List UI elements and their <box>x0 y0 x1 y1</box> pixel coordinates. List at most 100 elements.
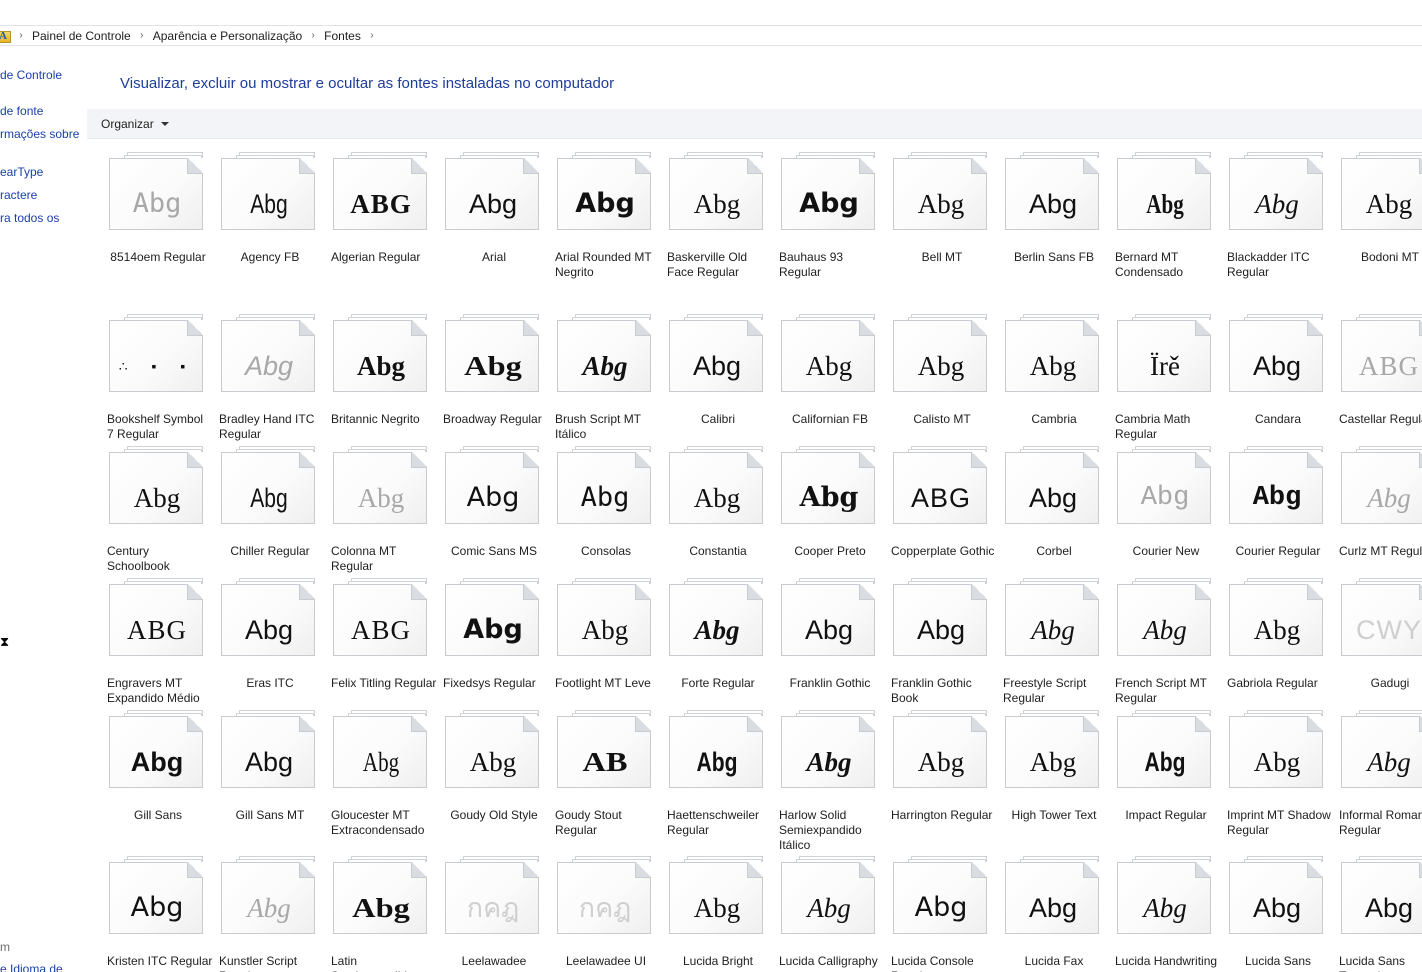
font-item[interactable]: Abg Gloucester MT Extracondensado <box>329 710 437 860</box>
font-item[interactable]: Abg Chiller Regular <box>217 446 325 596</box>
font-item[interactable]: Abg Gabriola Regular <box>1225 578 1333 728</box>
nav-link-region-language[interactable]: e Idioma de <box>0 962 63 972</box>
font-name-label: Constantia <box>689 544 747 558</box>
font-item[interactable]: Abg Constantia <box>665 446 773 596</box>
font-file-icon: Abg <box>557 314 653 394</box>
font-item[interactable]: Abg Curlz MT Regular <box>1337 446 1422 596</box>
font-item[interactable]: Abg Britannic Negrito <box>329 314 437 464</box>
font-item[interactable]: Abg Lucida Sans <box>1225 856 1333 972</box>
chevron-right-icon[interactable]: › <box>15 30 27 41</box>
chevron-right-icon[interactable]: › <box>366 30 378 41</box>
font-item[interactable]: Abg Broadway Regular <box>441 314 549 464</box>
font-item[interactable]: Abg 8514oem Regular <box>105 152 213 302</box>
font-item[interactable]: ABG Castellar Regular <box>1337 314 1422 464</box>
font-item[interactable]: Abg Harrington Regular <box>889 710 997 860</box>
font-item[interactable]: Abg Lucida Calligraphy <box>777 856 885 972</box>
nav-link-cleartype[interactable]: earType <box>0 165 43 179</box>
font-item[interactable]: Abg Lucida Fax <box>1001 856 1109 972</box>
nav-link-font-info-online[interactable]: rmações sobre <box>0 127 79 141</box>
font-item[interactable]: ABG Algerian Regular <box>329 152 437 302</box>
font-item[interactable]: Abg Kristen ITC Regular <box>105 856 213 972</box>
font-name-label: Curlz MT Regular <box>1339 544 1422 558</box>
font-item[interactable]: Abg Eras ITC <box>217 578 325 728</box>
font-item[interactable]: กคฎ Leelawadee UI <box>553 856 661 972</box>
font-item[interactable]: Abg Agency FB <box>217 152 325 302</box>
font-item[interactable]: Abg Freestyle Script Regular <box>1001 578 1109 728</box>
address-bar[interactable]: A › Painel de Controle › Aparência e Per… <box>0 25 1422 46</box>
font-item[interactable]: Abg Kunstler Script Regular <box>217 856 325 972</box>
font-file-icon: Abg <box>1229 314 1325 394</box>
font-item[interactable]: Abg Calibri <box>665 314 773 464</box>
font-item[interactable]: Abg Brush Script MT Itálico <box>553 314 661 464</box>
font-item[interactable]: กคฎ Leelawadee <box>441 856 549 972</box>
font-file-icon: Abg <box>445 710 541 790</box>
font-item[interactable]: Abg Informal Roman Regular <box>1337 710 1422 860</box>
font-item[interactable]: Abg Franklin Gothic <box>777 578 885 728</box>
font-item[interactable]: Abg Candara <box>1225 314 1333 464</box>
chevron-right-icon[interactable]: › <box>136 30 148 41</box>
font-item[interactable]: Abg Blackadder ITC Regular <box>1225 152 1333 302</box>
font-item[interactable]: Abg Gill Sans <box>105 710 213 860</box>
font-item[interactable]: Abg French Script MT Regular <box>1113 578 1221 728</box>
breadcrumb-appearance[interactable]: Aparência e Personalização <box>153 29 302 43</box>
font-item[interactable]: Ïrě Cambria Math Regular <box>1113 314 1221 464</box>
font-item[interactable]: Abg Century Schoolbook <box>105 446 213 596</box>
font-item[interactable]: Abg Arial Rounded MT Negrito <box>553 152 661 302</box>
font-sample-preview: Abg <box>1253 615 1301 645</box>
font-item[interactable]: ABG Engravers MT Expandido Médio <box>105 578 213 728</box>
font-item[interactable]: Abg Goudy Old Style <box>441 710 549 860</box>
font-item[interactable]: ∴ ▪ ▪ Bookshelf Symbol 7 Regular <box>105 314 213 464</box>
font-item[interactable]: Abg Consolas <box>553 446 661 596</box>
font-sample-preview: Abg <box>247 893 291 923</box>
font-item[interactable]: ABG Felix Titling Regular <box>329 578 437 728</box>
font-file-icon: ABG <box>893 446 989 526</box>
nav-link-find-character[interactable]: ractere <box>0 188 37 202</box>
font-item[interactable]: Abg Courier New <box>1113 446 1221 596</box>
font-sample-preview: Abg <box>1146 189 1184 219</box>
font-item[interactable]: Abg Bradley Hand ITC Regular <box>217 314 325 464</box>
font-item[interactable]: Abg Gill Sans MT <box>217 710 325 860</box>
font-item[interactable]: Abg Calisto MT <box>889 314 997 464</box>
font-file-icon: Abg <box>1341 152 1422 232</box>
font-item[interactable]: Abg Bernard MT Condensado <box>1113 152 1221 302</box>
font-item[interactable]: Abg Bauhaus 93 Regular <box>777 152 885 302</box>
font-item[interactable]: Abg Franklin Gothic Book <box>889 578 997 728</box>
font-item[interactable]: Abg Footlight MT Leve <box>553 578 661 728</box>
font-item[interactable]: Abg Cooper Preto <box>777 446 885 596</box>
font-item[interactable]: Abg High Tower Text <box>1001 710 1109 860</box>
font-item[interactable]: Abg Berlin Sans FB <box>1001 152 1109 302</box>
font-item[interactable]: ABG Copperplate Gothic <box>889 446 997 596</box>
font-item[interactable]: Abg Lucida Bright <box>665 856 773 972</box>
font-file-icon: Abg <box>669 856 765 936</box>
font-item[interactable]: Abg Courier Regular <box>1225 446 1333 596</box>
font-item[interactable]: Abg Fixedsys Regular <box>441 578 549 728</box>
font-item[interactable]: Abg Lucida Sans Typewriter <box>1337 856 1422 972</box>
font-item[interactable]: Abg Corbel <box>1001 446 1109 596</box>
nav-link-change-font-size[interactable]: ra todos os <box>0 211 59 225</box>
font-item[interactable]: Abg Latin Semiexpandido <box>329 856 437 972</box>
font-item[interactable]: Abg Forte Regular <box>665 578 773 728</box>
font-item[interactable]: AB Goudy Stout Regular <box>553 710 661 860</box>
font-item[interactable]: CWY Gadugi <box>1337 578 1422 728</box>
font-item[interactable]: Abg Harlow Solid Semiexpandido Itálico <box>777 710 885 860</box>
breadcrumb-fonts[interactable]: Fontes <box>324 29 361 43</box>
font-item[interactable]: Abg Bodoni MT <box>1337 152 1422 302</box>
font-item[interactable]: Abg Impact Regular <box>1113 710 1221 860</box>
font-item[interactable]: Abg Lucida Handwriting <box>1113 856 1221 972</box>
font-item[interactable]: Abg Colonna MT Regular <box>329 446 437 596</box>
font-item[interactable]: Abg Baskerville Old Face Regular <box>665 152 773 302</box>
nav-link-control-panel-home[interactable]: de Controle <box>0 68 62 82</box>
font-item[interactable]: Abg Arial <box>441 152 549 302</box>
font-item[interactable]: Abg Comic Sans MS <box>441 446 549 596</box>
font-file-icon: Abg <box>669 578 765 658</box>
font-item[interactable]: Abg Lucida Console Regular <box>889 856 997 972</box>
breadcrumb-control-panel[interactable]: Painel de Controle <box>32 29 131 43</box>
font-item[interactable]: Abg Haettenschweiler Regular <box>665 710 773 860</box>
font-item[interactable]: Abg Cambria <box>1001 314 1109 464</box>
font-item[interactable]: Abg Bell MT <box>889 152 997 302</box>
font-item[interactable]: Abg Imprint MT Shadow Regular <box>1225 710 1333 860</box>
organize-button[interactable]: Organizar <box>101 117 169 131</box>
nav-link-font-settings[interactable]: de fonte <box>0 104 43 118</box>
chevron-right-icon[interactable]: › <box>307 30 319 41</box>
font-item[interactable]: Abg Californian FB <box>777 314 885 464</box>
